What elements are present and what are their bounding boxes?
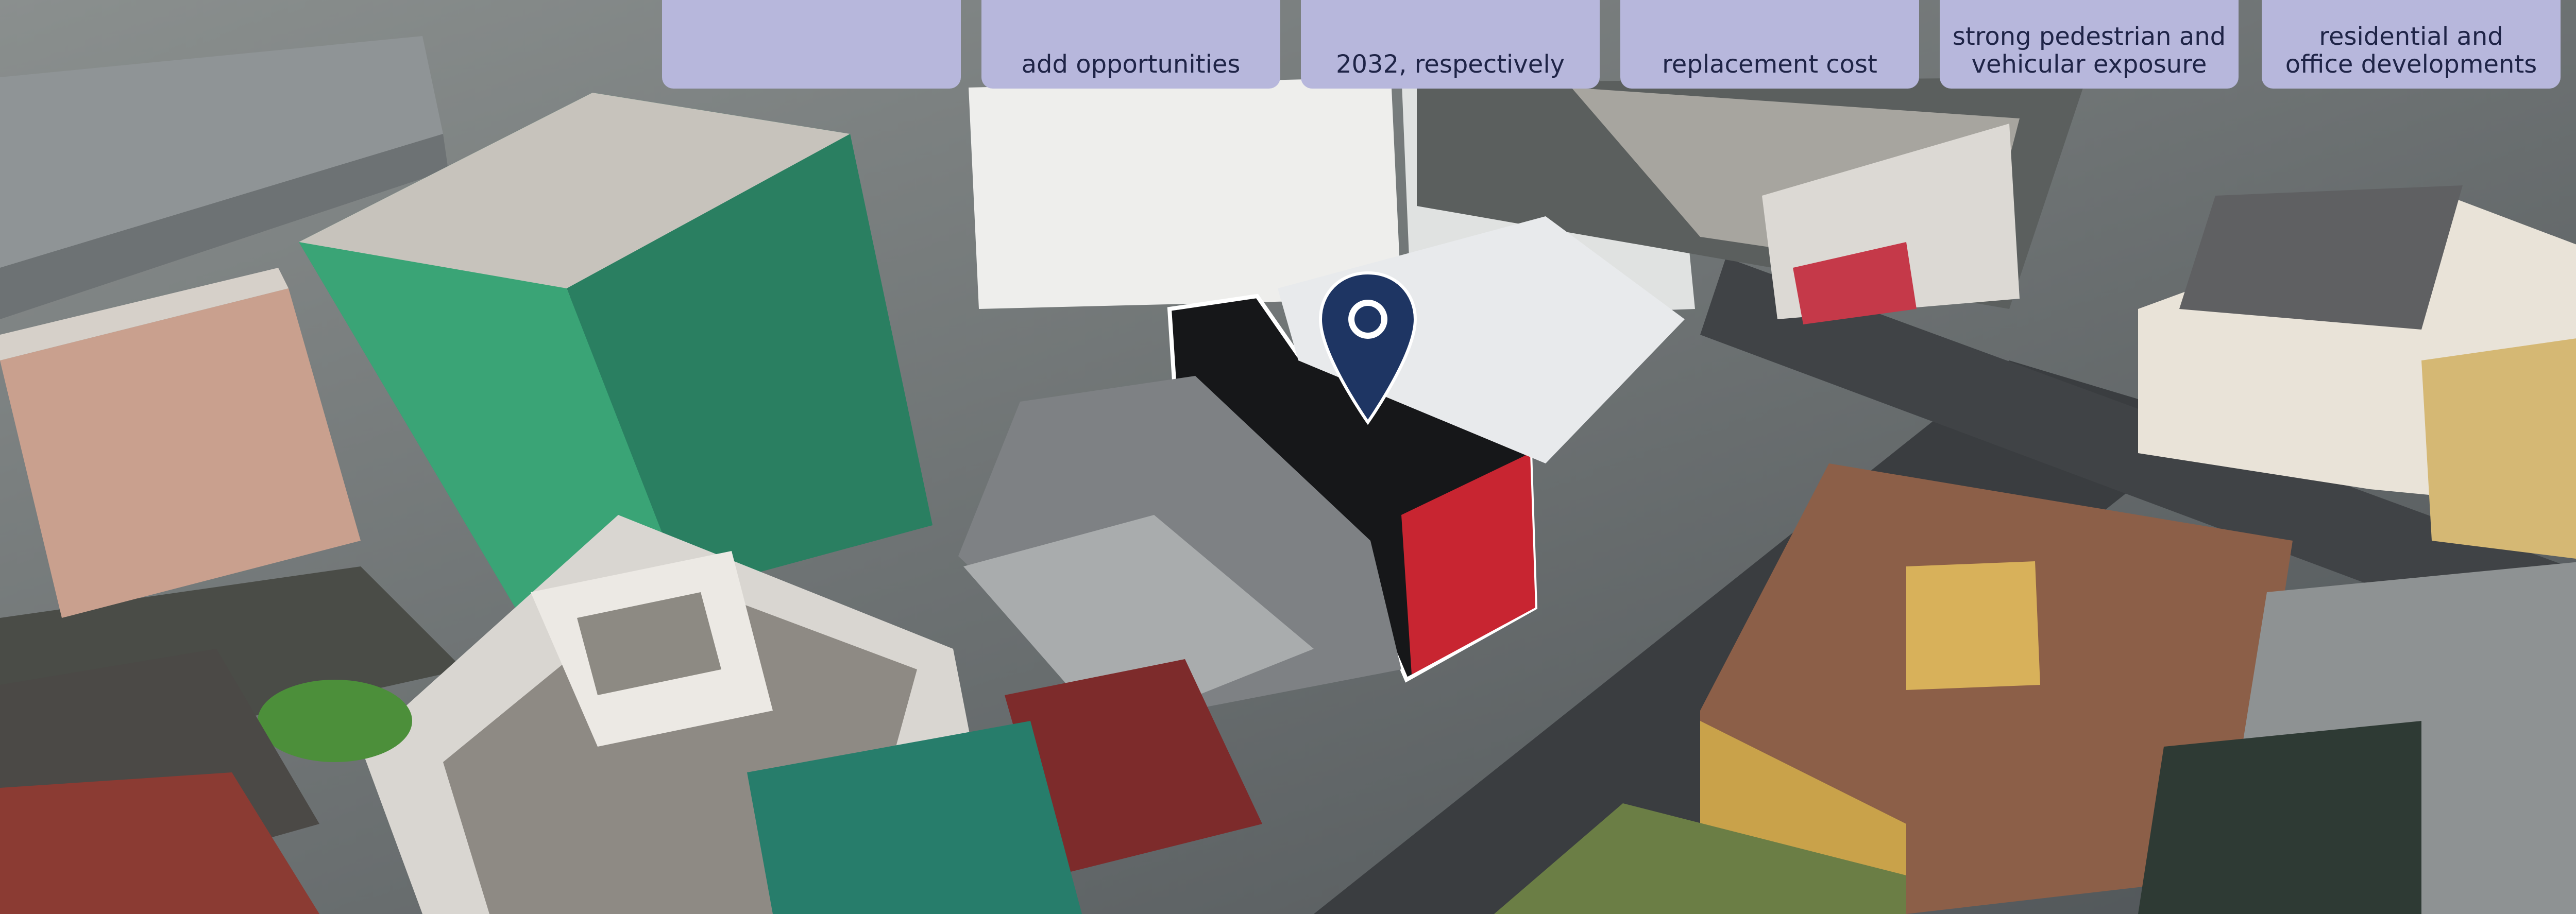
location-pin-icon (1318, 271, 1417, 425)
info-card-4: replacement cost (1620, 0, 1919, 89)
info-card-2-line-1: add opportunities (1021, 50, 1241, 79)
info-card-6-line-1: residential and (2319, 22, 2503, 51)
info-card-3-line-1: 2032, respectively (1335, 50, 1565, 79)
info-card-5: strong pedestrian and vehicular exposure (1940, 0, 2239, 89)
info-card-5-line-2: vehicular exposure (1971, 50, 2207, 79)
info-card-5-line-1: strong pedestrian and (1952, 22, 2226, 51)
info-card-strip: add opportunities 2032, respectively rep… (0, 0, 2576, 90)
info-card-2: add opportunities (981, 0, 1280, 89)
info-card-3: 2032, respectively (1301, 0, 1600, 89)
aerial-photo (0, 0, 2576, 914)
info-card-6: residential and office developments (2262, 0, 2561, 89)
info-card-4-line-1: replacement cost (1662, 50, 1877, 79)
info-card-6-line-2: office developments (2285, 50, 2537, 79)
info-card-1 (662, 0, 961, 89)
